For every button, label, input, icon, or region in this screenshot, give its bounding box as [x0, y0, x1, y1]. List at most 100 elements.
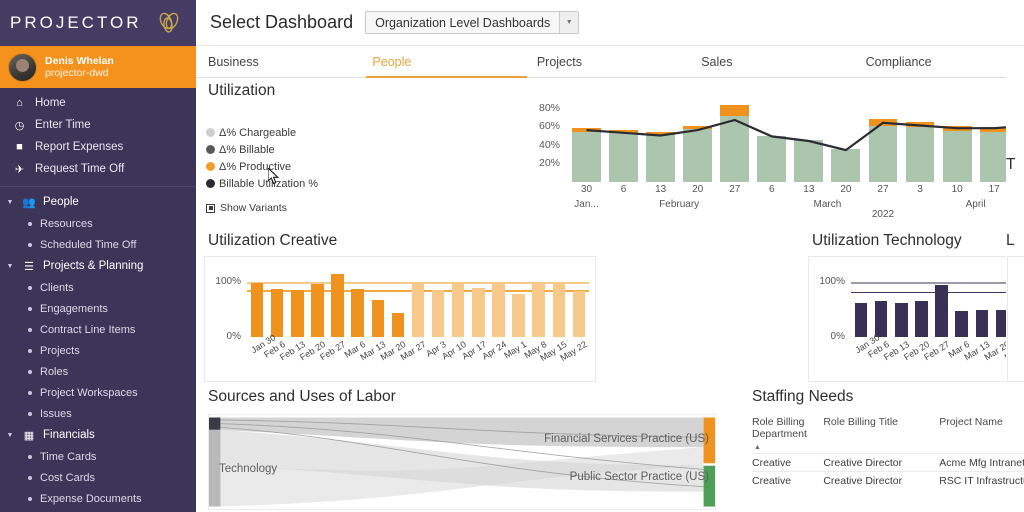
sidebar-subitem-label: Clients: [40, 281, 74, 294]
sidebar-item-roles[interactable]: Roles: [0, 361, 196, 382]
application-window: PROJECTOR Denis Whelan projector-dwd ⌂ H…: [0, 0, 1024, 512]
chart-bar[interactable]: [854, 302, 868, 337]
bullet-icon: [28, 285, 32, 290]
chart-bar[interactable]: [411, 282, 425, 337]
tab-projects[interactable]: Projects: [531, 46, 695, 77]
sidebar-subitem-label: Projects: [40, 344, 80, 357]
sidebar-item-home[interactable]: ⌂ Home: [0, 92, 196, 114]
chevron-down-icon[interactable]: ▼: [559, 12, 579, 33]
chart-bar[interactable]: [351, 289, 364, 337]
chart-bar[interactable]: [915, 301, 928, 337]
sidebar-item-cost-cards[interactable]: Cost Cards: [0, 467, 196, 488]
money-icon: ▦: [23, 429, 35, 442]
sidebar-item-label: Enter Time: [35, 119, 91, 131]
table-row[interactable]: Creative Creative Director Acme Mfg Intr…: [752, 453, 1024, 471]
chart-bar[interactable]: [451, 282, 465, 337]
y-axis-tick-label: 0%: [830, 331, 845, 342]
sidebar-group-label: Financials: [43, 429, 95, 441]
column-header-role-billing-title[interactable]: Role Billing Title: [823, 416, 939, 440]
user-profile[interactable]: Denis Whelan projector-dwd: [0, 46, 196, 88]
tab-label: Sales: [701, 54, 733, 69]
brand-header[interactable]: PROJECTOR: [0, 0, 196, 46]
chart-bar[interactable]: [472, 288, 485, 337]
chart-bar[interactable]: [270, 288, 284, 337]
people-icon: 👥: [22, 196, 36, 209]
chart-bar[interactable]: [874, 300, 888, 337]
chart-bar[interactable]: [331, 273, 344, 337]
chart-bar[interactable]: [572, 290, 586, 337]
sidebar-item-project-workspaces[interactable]: Project Workspaces: [0, 382, 196, 403]
column-header-role-billing-department[interactable]: Role Billing Department: [752, 416, 823, 440]
tab-business[interactable]: Business: [202, 46, 366, 77]
clock-icon: ◷: [14, 119, 25, 132]
chart-bar[interactable]: [512, 294, 525, 337]
sidebar-item-scheduled-time-off[interactable]: Scheduled Time Off: [0, 234, 196, 255]
cutoff-panel-left: L: [1006, 230, 1024, 388]
tab-label: Projects: [536, 54, 582, 69]
legend-swatch-billable-utilization: [206, 179, 215, 188]
chart-bar[interactable]: [955, 311, 968, 337]
sidebar-item-issues[interactable]: Issues: [0, 403, 196, 424]
sidebar-subitem-label: Cost Cards: [40, 471, 96, 484]
chevron-down-icon[interactable]: ▼: [5, 263, 15, 270]
sidebar-item-label: Home: [35, 97, 66, 109]
sidebar-group-people[interactable]: ▼ 👥 People: [0, 191, 196, 213]
legend-item[interactable]: Δ% Chargeable: [206, 124, 318, 141]
legend-item[interactable]: Δ% Billable: [206, 141, 318, 158]
column-header-project-name[interactable]: Project Name: [939, 416, 1024, 440]
sidebar-item-engagements[interactable]: Engagements: [0, 298, 196, 319]
show-variants-toggle[interactable]: Show Variants: [206, 202, 318, 214]
creative-plot-area: [247, 271, 589, 337]
tab-compliance[interactable]: Compliance: [860, 46, 1024, 77]
chart-bar[interactable]: [391, 313, 405, 337]
sidebar-item-projects[interactable]: Projects: [0, 340, 196, 361]
sidebar-item-expense-documents[interactable]: Expense Documents: [0, 488, 196, 509]
sidebar-item-enter-time[interactable]: ◷ Enter Time: [0, 114, 196, 136]
table-row[interactable]: Creative Creative Director RSC IT Infras…: [752, 471, 1024, 489]
sidebar-subitem-label: Scheduled Time Off: [40, 238, 137, 251]
legend-item[interactable]: Δ% Productive: [206, 158, 318, 175]
sort-ascending-icon[interactable]: ▲: [752, 442, 1024, 453]
sidebar-group-projects-planning[interactable]: ▼ ☰ Projects & Planning: [0, 255, 196, 277]
bullet-icon: [28, 327, 32, 332]
tab-label: Business: [208, 54, 259, 69]
chart-bar[interactable]: [431, 289, 445, 337]
bullet-icon: [28, 242, 32, 247]
chart-bar[interactable]: [975, 310, 988, 337]
cutoff-panel-title: L: [1006, 232, 1015, 249]
legend-swatch-productive: [206, 162, 215, 171]
sidebar-subitem-label: Roles: [40, 365, 69, 378]
chart-bar[interactable]: [552, 282, 566, 337]
utilization-technology-chart: 0% 100% Jan 30 Feb 6 Feb 13 Feb 20 Feb 27 Mar …: [808, 256, 1024, 382]
sidebar-item-report-expenses[interactable]: ■ Report Expenses: [0, 136, 196, 158]
chart-bar[interactable]: [371, 299, 384, 337]
sidebar-item-clients[interactable]: Clients: [0, 277, 196, 298]
checkbox-icon[interactable]: [206, 203, 215, 213]
chart-bar[interactable]: [492, 282, 505, 337]
chart-bar[interactable]: [311, 284, 324, 337]
bullet-icon: [28, 306, 32, 311]
tab-people[interactable]: People: [366, 46, 530, 78]
butterfly-logo-icon: [159, 12, 179, 33]
legend-item[interactable]: Billable Utilization %: [206, 175, 318, 192]
chevron-down-icon[interactable]: ▼: [5, 199, 15, 206]
utilization-panel: Utilization ↑ ↓ ⇊ ⚌ ▾ ⬡ ⋯ Δ% Chargeable: [196, 78, 1024, 230]
chart-bar[interactable]: [291, 290, 304, 337]
sidebar-item-time-cards[interactable]: Time Cards: [0, 446, 196, 467]
sidebar-group-financials[interactable]: ▼ ▦ Financials: [0, 424, 196, 446]
sidebar-subitem-label: Contract Line Items: [40, 323, 136, 336]
cell-project: RSC IT Infrastructure Buildout: [939, 474, 1024, 487]
sidebar-item-request-time-off[interactable]: ✈ Request Time Off: [0, 158, 196, 180]
sidebar-item-resources[interactable]: Resources: [0, 213, 196, 234]
chart-bar[interactable]: [250, 283, 264, 337]
chevron-down-icon[interactable]: ▼: [5, 432, 15, 439]
chart-bar[interactable]: [532, 284, 545, 337]
cell-department: Creative: [752, 474, 792, 487]
tab-sales[interactable]: Sales: [695, 46, 859, 77]
chart-bar[interactable]: [935, 284, 948, 337]
dashboard-select[interactable]: Organization Level Dashboards ▼: [365, 11, 580, 34]
x-axis-tick-label: 10: [951, 184, 963, 195]
utilization-technology-panel: Utilization Technology 0% 100% Jan 30 Feb …: [804, 230, 1024, 388]
chart-bar[interactable]: [895, 303, 908, 337]
sidebar-item-contract-line-items[interactable]: Contract Line Items: [0, 319, 196, 340]
